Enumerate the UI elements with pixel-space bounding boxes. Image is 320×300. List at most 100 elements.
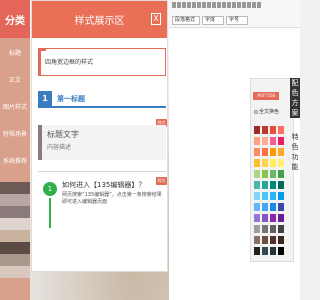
sidebar-swatch[interactable] [0,254,30,266]
color-swatch[interactable] [262,203,268,211]
sidebar-swatch[interactable] [0,230,30,242]
color-swatch[interactable] [278,203,284,211]
toolbar-icon[interactable] [192,2,196,8]
toolbar-icon[interactable] [202,2,206,8]
category-sidebar: 分类 标题 正文 图片样式 特殊场景 系统推荐 [0,0,30,300]
color-swatch[interactable] [278,148,284,156]
color-swatch[interactable] [278,181,284,189]
color-swatch[interactable] [270,181,276,189]
style-step-block[interactable]: 1 如何进入【135编辑器】？ 网页搜索“135编辑器”，点击第一条搜索结果即可… [38,171,166,231]
toolbar-icon[interactable] [217,2,221,8]
style-corner-border-text: 四角宽边框的样式 [45,59,94,66]
title-card-desc: 内容描述 [47,144,72,151]
color-swatch[interactable] [278,137,284,145]
sidebar-title: 分类 [0,0,30,38]
toolbar-icon[interactable] [247,2,251,8]
corner-decoration [38,48,46,56]
color-swatch[interactable] [262,192,268,200]
color-swatch[interactable] [254,126,260,134]
color-swatch[interactable] [270,170,276,178]
color-swatch[interactable] [278,159,284,167]
toolbar-icon[interactable] [212,2,216,8]
color-swatch[interactable] [278,214,284,222]
color-swatch[interactable] [262,126,268,134]
color-swatch[interactable] [254,247,260,255]
color-swatch[interactable] [270,126,276,134]
color-swatch[interactable] [278,247,284,255]
sidebar-item-image-style[interactable]: 图片样式 [0,104,30,131]
color-swatch[interactable] [278,225,284,233]
toolbar-icon[interactable] [222,2,226,8]
toolbar-icon[interactable] [227,2,231,8]
color-swatch[interactable] [270,148,276,156]
color-swatch[interactable] [262,236,268,244]
menu-color-scheme[interactable]: 配色方案 [290,78,300,118]
color-swatch[interactable] [278,236,284,244]
color-swatch[interactable] [270,225,276,233]
step-number: 1 [43,182,57,196]
sidebar-swatch[interactable] [0,182,30,194]
font-size-select[interactable]: 字号 [226,16,248,25]
color-swatch[interactable] [270,137,276,145]
style-title-card[interactable]: 标题文字 内容描述 [38,125,166,160]
color-swatch[interactable] [254,203,260,211]
toolbar-icon[interactable] [232,2,236,8]
apply-all-toggle[interactable]: 全文换色 [254,108,279,115]
color-swatch[interactable] [254,236,260,244]
menu-special-features[interactable]: 特色功能 [290,132,300,184]
title-card-title: 标题文字 [47,130,79,139]
sidebar-swatch[interactable] [0,242,30,254]
sidebar-swatch[interactable] [0,218,30,230]
sidebar-item-special[interactable]: 特殊场景 [0,131,30,158]
sidebar-item-body[interactable]: 正文 [0,77,30,104]
sidebar-swatch[interactable] [0,206,30,218]
color-swatch[interactable] [254,148,260,156]
sidebar-swatch[interactable] [0,266,30,278]
color-swatch[interactable] [262,170,268,178]
color-swatch[interactable] [278,126,284,134]
font-family-select[interactable]: 字体 [202,16,224,25]
toolbar-icon[interactable] [237,2,241,8]
color-swatch[interactable] [262,214,268,222]
toolbar-icon[interactable] [182,2,186,8]
toolbar-icon[interactable] [187,2,191,8]
sidebar-item-recommended[interactable]: 系统推荐 [0,158,30,185]
style-numbered-heading[interactable]: 1 第一标题 [38,91,166,108]
paragraph-format-select[interactable]: 段落格式 [172,16,200,25]
sidebar-item-title[interactable]: 标题 [0,50,30,77]
toolbar-icon[interactable] [177,2,181,8]
color-swatch[interactable] [270,203,276,211]
color-swatch[interactable] [262,159,268,167]
color-swatch[interactable] [270,159,276,167]
heading-text: 第一标题 [57,95,85,103]
color-swatch[interactable] [254,159,260,167]
color-swatch[interactable] [254,181,260,189]
close-icon[interactable]: X [151,13,161,25]
color-swatch[interactable] [270,247,276,255]
color-swatch[interactable] [278,192,284,200]
sidebar-swatch[interactable] [0,194,30,206]
color-swatch[interactable] [262,137,268,145]
style-corner-border[interactable]: 四角宽边框的样式 [38,48,166,76]
color-swatch[interactable] [262,181,268,189]
toolbar-icon[interactable] [207,2,211,8]
color-swatch[interactable] [270,214,276,222]
toolbar-icon[interactable] [252,2,256,8]
color-swatch[interactable] [254,225,260,233]
color-swatch[interactable] [270,192,276,200]
color-swatch[interactable] [254,170,260,178]
toolbar-icon[interactable] [172,2,176,8]
color-swatch[interactable] [254,192,260,200]
color-swatch[interactable] [254,214,260,222]
toolbar-icon[interactable] [242,2,246,8]
hex-color-input[interactable]: #EF7560 [253,92,279,100]
color-swatch[interactable] [262,247,268,255]
color-swatch[interactable] [270,236,276,244]
color-swatch[interactable] [262,148,268,156]
toolbar-icon[interactable] [257,2,261,8]
toolbar-icon[interactable] [197,2,201,8]
color-swatch[interactable] [254,137,260,145]
color-swatch[interactable] [278,170,284,178]
color-swatch[interactable] [262,225,268,233]
toolbar-icon-row [172,2,296,10]
